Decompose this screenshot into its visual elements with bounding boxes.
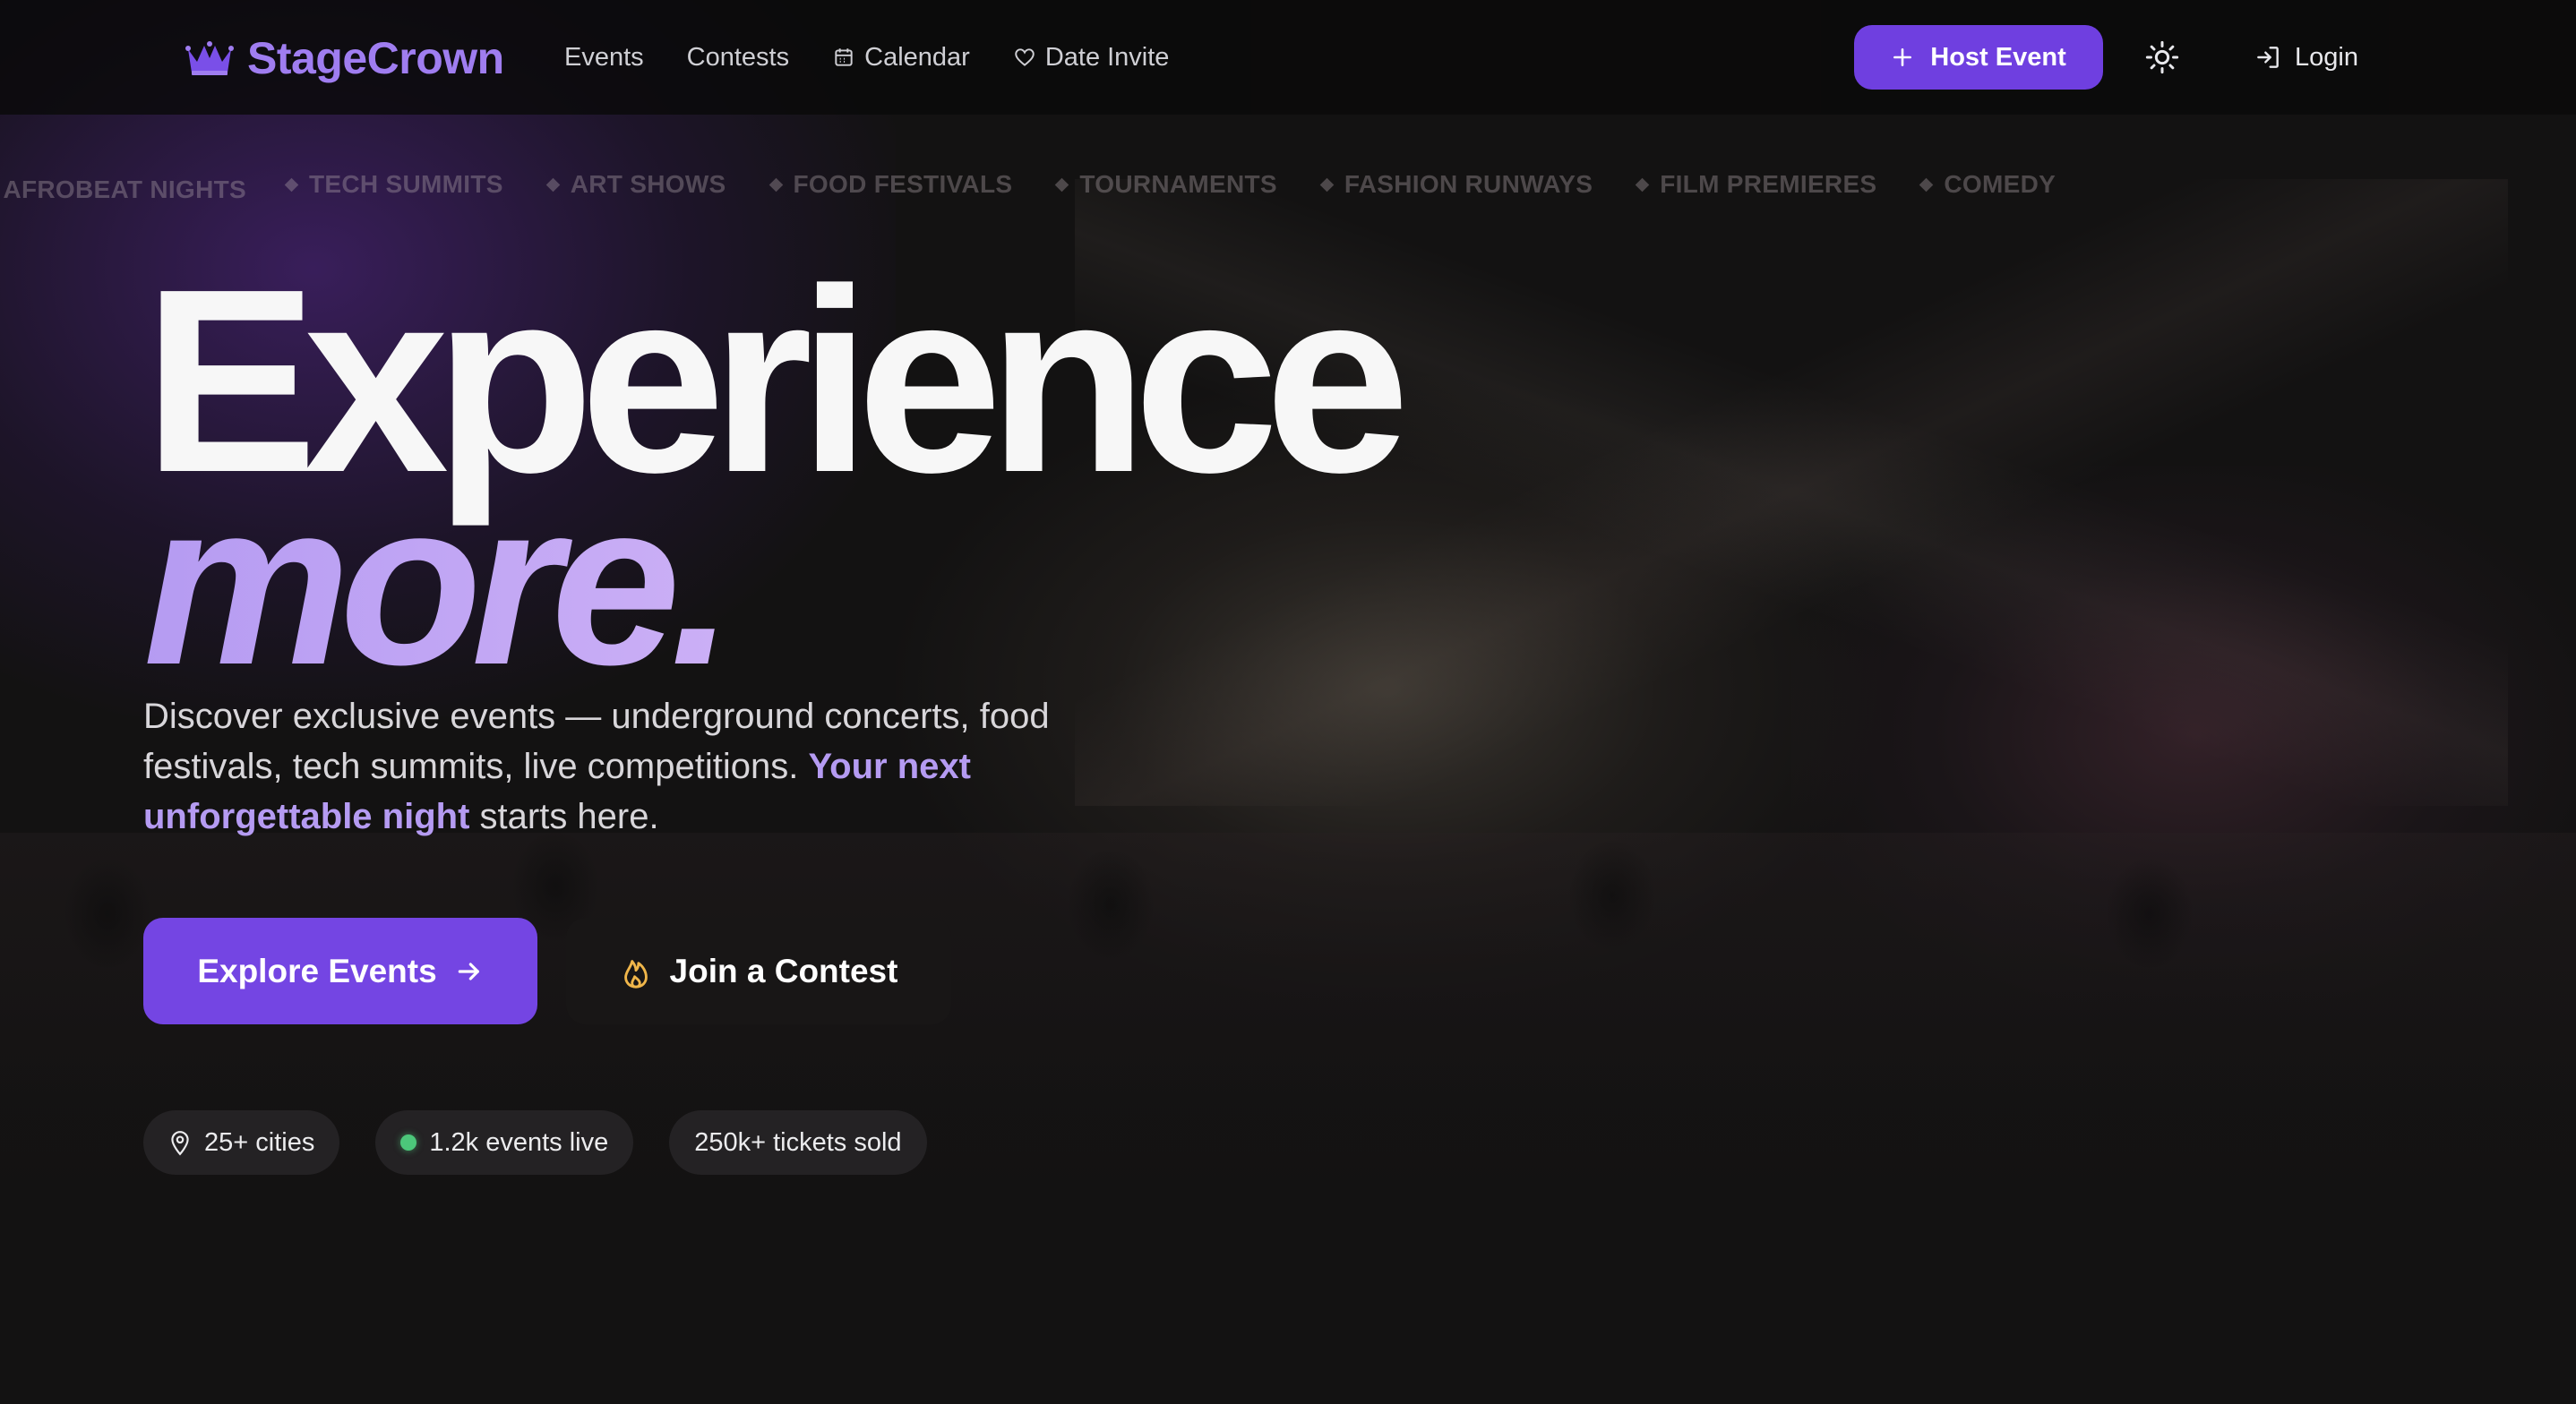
brand-name: StageCrown	[247, 33, 504, 83]
marquee-item-label: FILM PREMIERES	[1660, 170, 1877, 198]
plus-icon	[1893, 48, 1912, 66]
diamond-icon	[284, 177, 299, 192]
hero-description-suffix: starts here.	[469, 797, 659, 836]
stat-label: 1.2k events live	[429, 1127, 609, 1157]
marquee-item-label: FOOD FESTIVALS	[793, 170, 1013, 198]
nav-item-calendar[interactable]: Calendar	[832, 43, 970, 73]
login-label: Login	[2295, 42, 2358, 72]
login-button[interactable]: Login	[2254, 34, 2358, 81]
marquee-item: TECH SUMMITS	[284, 170, 503, 199]
bottom-fade	[0, 1030, 2576, 1404]
explore-events-label: Explore Events	[197, 952, 437, 989]
nav-item-events[interactable]: Events	[564, 43, 644, 73]
nav-item-label: Calendar	[864, 42, 970, 72]
main-nav: Events Contests Calendar Date Invite	[564, 34, 1169, 81]
diamond-icon	[1319, 177, 1335, 192]
diamond-icon	[1635, 177, 1650, 192]
diamond-icon	[545, 177, 560, 192]
host-event-button[interactable]: Host Event	[1854, 25, 2103, 90]
stat-pill-cities: 25+ cities	[143, 1110, 340, 1175]
diamond-icon	[1919, 177, 1934, 192]
marquee-item-label: FASHION RUNWAYS	[1344, 170, 1593, 198]
marquee-item-label: TOURNAMENTS	[1079, 170, 1277, 198]
nav-item-date-invite[interactable]: Date Invite	[1013, 42, 1170, 73]
explore-events-button[interactable]: Explore Events	[143, 918, 537, 1024]
map-pin-icon	[171, 1131, 189, 1156]
host-event-label: Host Event	[1930, 42, 2066, 72]
flame-icon	[623, 959, 648, 989]
marquee-item: FASHION RUNWAYS	[1319, 170, 1593, 199]
join-contest-label: Join a Contest	[669, 952, 898, 989]
sun-icon	[2145, 40, 2179, 74]
nav-item-label: Date Invite	[1044, 42, 1170, 72]
stat-pill-tickets-sold: 250k+ tickets sold	[669, 1110, 927, 1175]
stat-label: 250k+ tickets sold	[694, 1127, 902, 1157]
arrow-right-icon	[458, 962, 479, 980]
diamond-icon	[769, 177, 783, 192]
join-contest-button[interactable]: Join a Contest	[566, 918, 951, 1024]
heart-icon	[1015, 48, 1035, 66]
marquee-item-partial: AFROBEAT NIGHTS	[0, 170, 246, 210]
marquee-item-label: TECH SUMMITS	[309, 170, 503, 198]
marquee-track: TECH SUMMITS ART SHOWS FOOD FESTIVALS TO…	[284, 170, 2057, 199]
category-marquee: AFROBEAT NIGHTS TECH SUMMITS ART SHOWS F…	[0, 170, 2576, 210]
marquee-item: FILM PREMIERES	[1635, 170, 1877, 199]
hero-description: Discover exclusive events — underground …	[143, 691, 1146, 842]
calendar-icon	[835, 48, 853, 66]
stat-label: 25+ cities	[204, 1127, 315, 1157]
marquee-item: FOOD FESTIVALS	[769, 170, 1013, 199]
live-dot-icon	[400, 1134, 417, 1151]
stats-row: 25+ cities 1.2k events live 250k+ ticket…	[143, 1110, 927, 1175]
nav-item-label: Events	[564, 42, 644, 72]
theme-toggle-button[interactable]	[2141, 36, 2184, 79]
marquee-item-label: COMEDY	[1944, 170, 2057, 198]
marquee-item: COMEDY	[1919, 170, 2057, 199]
stat-pill-events-live: 1.2k events live	[375, 1110, 634, 1175]
marquee-item: TOURNAMENTS	[1055, 170, 1277, 199]
diamond-icon	[1055, 177, 1069, 192]
nav-item-label: Contests	[686, 42, 790, 72]
crown-icon	[185, 41, 234, 75]
marquee-item-label: AFROBEAT NIGHTS	[3, 176, 246, 203]
login-icon	[2257, 47, 2279, 68]
marquee-item-label: ART SHOWS	[570, 170, 726, 198]
nav-item-contests[interactable]: Contests	[687, 43, 789, 73]
brand-logo[interactable]: StageCrown	[185, 27, 504, 90]
top-navigation-bar: StageCrown Events Contests Calendar Date…	[0, 0, 2576, 115]
hero-title: Experience more.	[143, 250, 1410, 700]
marquee-item: ART SHOWS	[545, 170, 726, 199]
